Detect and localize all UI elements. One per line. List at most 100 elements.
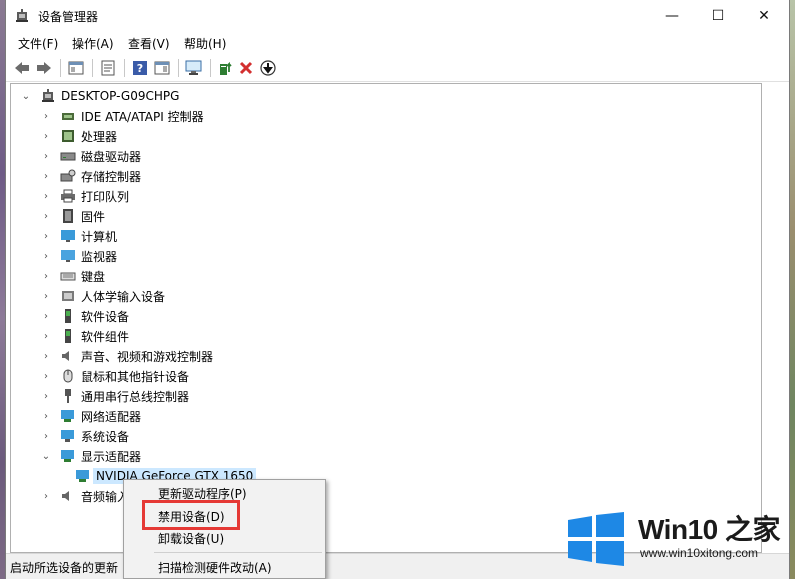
down-arrow-circle-icon xyxy=(260,60,276,76)
maximize-button[interactable]: ☐ xyxy=(695,0,741,31)
category-processor[interactable]: › 处理器 xyxy=(40,126,117,146)
help-button[interactable]: ? xyxy=(130,58,150,78)
chevron-right-icon[interactable]: › xyxy=(40,386,52,406)
menu-separator xyxy=(154,552,322,553)
toolbar-separator xyxy=(60,59,61,77)
action-pane-button[interactable] xyxy=(152,58,172,78)
category-audio-input[interactable]: › 音频输入 xyxy=(40,486,129,506)
chevron-right-icon[interactable]: › xyxy=(40,246,52,266)
chevron-right-icon[interactable]: › xyxy=(40,486,52,506)
forward-button[interactable] xyxy=(34,58,54,78)
computer-icon xyxy=(42,89,54,102)
back-button[interactable] xyxy=(12,58,32,78)
chevron-right-icon[interactable]: › xyxy=(40,166,52,186)
category-system[interactable]: › 系统设备 xyxy=(40,426,129,446)
category-label: 软件组件 xyxy=(81,329,130,344)
category-label: 鼠标和其他指针设备 xyxy=(81,369,190,384)
menu-scan-hardware[interactable]: 扫描检测硬件改动(A) xyxy=(158,559,272,576)
tree-root-row[interactable]: ⌄ DESKTOP-G09CHPG xyxy=(20,86,179,106)
category-ide[interactable]: › IDE ATA/ATAPI 控制器 xyxy=(40,106,204,126)
gpu-icon xyxy=(76,470,89,482)
audio-input-icon xyxy=(62,491,69,501)
chevron-right-icon[interactable]: › xyxy=(40,366,52,386)
update-driver-button[interactable] xyxy=(216,58,236,78)
category-print-queue[interactable]: › 打印队列 xyxy=(40,186,129,206)
monitor-icon xyxy=(61,250,75,262)
computer-monitor-icon xyxy=(61,230,75,242)
category-display-adapter[interactable]: ⌄ 显示适配器 xyxy=(40,446,141,466)
keyboard-icon xyxy=(60,272,76,281)
menu-help[interactable]: 帮助(H) xyxy=(184,35,226,52)
minimize-button[interactable]: — xyxy=(649,0,695,31)
menu-disable-device[interactable]: 禁用设备(D) xyxy=(158,508,225,525)
console-tree-icon xyxy=(68,61,84,75)
category-label: 音频输入 xyxy=(81,489,130,504)
toolbar-separator xyxy=(178,59,179,77)
firmware-icon xyxy=(63,209,73,223)
chevron-right-icon[interactable]: › xyxy=(40,346,52,366)
properties-icon xyxy=(101,60,115,76)
properties-button[interactable] xyxy=(98,58,118,78)
windows-logo-icon xyxy=(568,512,624,566)
chevron-right-icon[interactable]: › xyxy=(40,286,52,306)
status-text: 启动所选设备的更新 xyxy=(10,561,119,575)
context-menu: 更新驱动程序(P) 禁用设备(D) 卸载设备(U) 扫描检测硬件改动(A) xyxy=(123,479,326,579)
category-disk[interactable]: › 磁盘驱动器 xyxy=(40,146,141,166)
chevron-down-icon[interactable]: ⌄ xyxy=(20,86,32,106)
category-software-component[interactable]: › 软件组件 xyxy=(40,326,129,346)
chevron-right-icon[interactable]: › xyxy=(40,206,52,226)
help-icon: ? xyxy=(133,61,147,75)
category-label: 处理器 xyxy=(81,129,118,144)
menu-view[interactable]: 查看(V) xyxy=(128,35,170,52)
update-driver-icon xyxy=(220,61,232,75)
scan-hardware-button[interactable] xyxy=(184,58,204,78)
chevron-right-icon[interactable]: › xyxy=(40,306,52,326)
toolbar-separator xyxy=(92,59,93,77)
display-adapter-icon xyxy=(61,450,74,462)
enable-device-button[interactable] xyxy=(258,58,278,78)
category-hid[interactable]: › 人体学输入设备 xyxy=(40,286,165,306)
chevron-right-icon[interactable]: › xyxy=(40,266,52,286)
category-label: 通用串行总线控制器 xyxy=(81,389,190,404)
category-sound[interactable]: › 声音、视频和游戏控制器 xyxy=(40,346,213,366)
category-mouse[interactable]: › 鼠标和其他指针设备 xyxy=(40,366,189,386)
speaker-icon xyxy=(62,351,69,361)
category-monitor[interactable]: › 监视器 xyxy=(40,246,117,266)
chevron-right-icon[interactable]: › xyxy=(40,146,52,166)
right-pane-edge xyxy=(764,83,788,553)
chevron-right-icon[interactable]: › xyxy=(40,186,52,206)
device-manager-window: 设备管理器 — ☐ ✕ 文件(F) 操作(A) 查看(V) 帮助(H) ? ⌄ … xyxy=(5,0,790,579)
category-label: 显示适配器 xyxy=(81,449,142,464)
chevron-right-icon[interactable]: › xyxy=(40,406,52,426)
menu-action[interactable]: 操作(A) xyxy=(72,35,114,52)
category-firmware[interactable]: › 固件 xyxy=(40,206,105,226)
chevron-right-icon[interactable]: › xyxy=(40,126,52,146)
category-label: 软件设备 xyxy=(81,309,130,324)
category-computer[interactable]: › 计算机 xyxy=(40,226,117,246)
title-bar[interactable]: 设备管理器 — ☐ ✕ xyxy=(6,0,789,31)
category-network[interactable]: › 网络适配器 xyxy=(40,406,141,426)
category-label: 监视器 xyxy=(81,249,118,264)
category-keyboard[interactable]: › 键盘 xyxy=(40,266,105,286)
chevron-right-icon[interactable]: › xyxy=(40,226,52,246)
chevron-down-icon[interactable]: ⌄ xyxy=(40,446,52,466)
category-software-device[interactable]: › 软件设备 xyxy=(40,306,129,326)
computer-name: DESKTOP-G09CHPG xyxy=(61,89,180,103)
menu-uninstall-device[interactable]: 卸载设备(U) xyxy=(158,530,224,547)
processor-icon xyxy=(62,130,74,142)
category-label: 固件 xyxy=(81,209,106,224)
category-usb[interactable]: › 通用串行总线控制器 xyxy=(40,386,189,406)
ide-controller-icon xyxy=(62,113,74,120)
menu-file[interactable]: 文件(F) xyxy=(18,35,58,52)
uninstall-device-button[interactable] xyxy=(236,58,256,78)
category-label: 磁盘驱动器 xyxy=(81,149,142,164)
chevron-right-icon[interactable]: › xyxy=(40,426,52,446)
category-label: 键盘 xyxy=(81,269,106,284)
printer-icon xyxy=(61,189,75,203)
category-label: 打印队列 xyxy=(81,189,130,204)
chevron-right-icon[interactable]: › xyxy=(40,326,52,346)
show-hide-console-tree-button[interactable] xyxy=(66,58,86,78)
chevron-right-icon[interactable]: › xyxy=(40,106,52,126)
close-button[interactable]: ✕ xyxy=(741,0,787,31)
category-storage[interactable]: › 存储控制器 xyxy=(40,166,141,186)
